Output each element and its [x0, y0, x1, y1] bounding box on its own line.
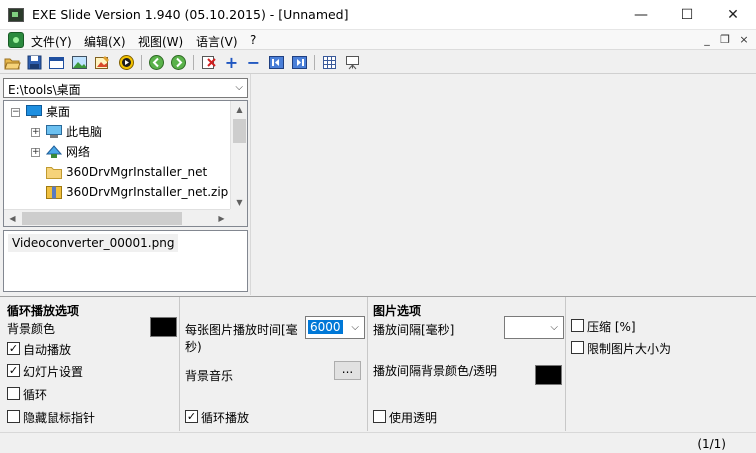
tree-item-label: 桌面 [46, 105, 71, 119]
close-button[interactable]: ✕ [710, 0, 756, 30]
prev-icon[interactable] [148, 54, 165, 71]
loop-playback-checkbox[interactable]: ✓ [185, 410, 198, 423]
folder-tree[interactable]: − 桌面 + 此电脑 + 网络 360DrvMgrInstaller_net 3… [3, 100, 248, 227]
loop-options-title: 循环播放选项 [7, 304, 80, 318]
menu-edit[interactable]: 编辑(X) [84, 33, 126, 50]
play-icon[interactable] [118, 54, 135, 71]
scroll-up-icon[interactable]: ▲ [231, 101, 247, 118]
scroll-right-icon[interactable]: ▶ [213, 210, 230, 226]
menu-help[interactable]: ? [250, 33, 256, 47]
title-bar: EXE Slide Version 1.940 (05.10.2015) - [… [0, 0, 756, 30]
document-system-menu-icon[interactable] [8, 32, 24, 48]
tree-item-label: 此电脑 [66, 125, 103, 139]
tree-item-label: 360DrvMgrInstaller_net [66, 165, 208, 179]
presentation-icon[interactable] [344, 54, 361, 71]
menu-language[interactable]: 语言(V) [196, 33, 238, 50]
save-icon[interactable] [26, 54, 43, 71]
menu-bar: 文件(Y) 编辑(X) 视图(W) 语言(V) ? _ ❐ × [0, 30, 756, 50]
interval-background-label: 播放间隔背景颜色/透明 [373, 364, 498, 378]
add-icon[interactable]: + [223, 54, 240, 71]
delete-icon[interactable] [200, 54, 217, 71]
status-bar: (1/1) [0, 432, 756, 453]
slideshow-settings-checkbox[interactable]: ✓ [7, 364, 20, 377]
compress-checkbox[interactable] [571, 319, 584, 332]
limit-size-checkbox[interactable] [571, 341, 584, 354]
image-edit-icon[interactable] [94, 54, 111, 71]
tree-vertical-scrollbar[interactable]: ▲ ▼ [230, 101, 247, 211]
slideshow-settings-label: 幻灯片设置 [23, 365, 84, 379]
folder-icon [46, 165, 62, 179]
expand-icon[interactable]: + [31, 128, 40, 137]
collapse-icon[interactable]: − [11, 108, 20, 117]
slide-interval-combo[interactable]: 6000 ⌵ [305, 316, 365, 339]
scrollbar-thumb[interactable] [233, 119, 246, 143]
file-list-item[interactable]: Videoconverter_00001.png [8, 234, 179, 252]
use-transparency-label: 使用透明 [389, 411, 438, 425]
hide-cursor-label: 隐藏鼠标指针 [23, 411, 96, 425]
menu-view[interactable]: 视图(W) [138, 33, 183, 50]
background-music-label: 背景音乐 [185, 369, 234, 383]
tree-item-label: 网络 [66, 145, 91, 159]
tree-item-label: 360DrvMgrInstaller_net.zip [66, 185, 229, 199]
limit-size-label: 限制图片大小为 [587, 342, 672, 356]
slide-interval-label-cont: 秒) [185, 340, 202, 354]
window-icon[interactable] [48, 54, 65, 71]
chevron-down-icon: ⌵ [550, 322, 558, 333]
page-counter: (1/1) [697, 437, 726, 451]
computer-icon [46, 125, 62, 139]
expand-icon[interactable]: + [31, 148, 40, 157]
network-icon [45, 145, 63, 159]
slide-interval-label: 每张图片播放时间[毫 [185, 323, 298, 337]
browse-music-button[interactable]: ... [334, 361, 361, 380]
file-list[interactable]: Videoconverter_00001.png [3, 230, 248, 292]
autoplay-label: 自动播放 [23, 343, 72, 357]
next-icon[interactable] [170, 54, 187, 71]
remove-icon[interactable]: − [245, 54, 262, 71]
slide-interval-value: 6000 [308, 320, 343, 334]
folder-path-value: E:\tools\桌面 [8, 83, 81, 97]
loop-playback-label: 循环播放 [201, 411, 250, 425]
move-left-icon[interactable] [268, 54, 285, 71]
toolbar: + − [0, 51, 756, 74]
background-color-label: 背景颜色 [7, 322, 56, 336]
app-icon [8, 8, 24, 22]
grid-icon[interactable] [321, 54, 338, 71]
window-title: EXE Slide Version 1.940 (05.10.2015) - [… [32, 7, 349, 22]
minimize-button[interactable]: — [618, 0, 664, 30]
chevron-down-icon: ⌵ [235, 82, 243, 93]
interval-background-swatch[interactable] [535, 365, 562, 385]
image-options-title: 图片选项 [373, 304, 422, 318]
mdi-restore-button[interactable]: ❐ [717, 32, 733, 48]
hide-cursor-checkbox[interactable] [7, 410, 20, 423]
mdi-minimize-button[interactable]: _ [699, 32, 715, 48]
use-transparency-checkbox[interactable] [373, 410, 386, 423]
maximize-button[interactable]: ☐ [664, 0, 710, 30]
scrollbar-thumb[interactable] [22, 212, 182, 225]
scroll-left-icon[interactable]: ◀ [4, 210, 21, 226]
loop-label: 循环 [23, 388, 48, 402]
image-interval-label: 播放间隔[毫秒] [373, 323, 455, 337]
background-color-swatch[interactable] [150, 317, 177, 337]
image-icon[interactable] [71, 54, 88, 71]
autoplay-checkbox[interactable]: ✓ [7, 342, 20, 355]
slide-preview-area[interactable] [250, 74, 756, 295]
chevron-down-icon: ⌵ [351, 322, 359, 333]
archive-icon [46, 185, 62, 199]
mdi-close-button[interactable]: × [736, 32, 752, 48]
desktop-icon [26, 105, 42, 119]
open-folder-icon[interactable] [4, 54, 21, 71]
tree-horizontal-scrollbar[interactable]: ◀ ▶ [4, 209, 230, 226]
folder-path-combo[interactable]: E:\tools\桌面 ⌵ [3, 78, 248, 98]
loop-checkbox[interactable] [7, 387, 20, 400]
menu-file[interactable]: 文件(Y) [31, 33, 72, 50]
compress-label: 压缩 [%] [587, 320, 636, 334]
image-interval-combo[interactable]: ⌵ [504, 316, 564, 339]
move-right-icon[interactable] [291, 54, 308, 71]
